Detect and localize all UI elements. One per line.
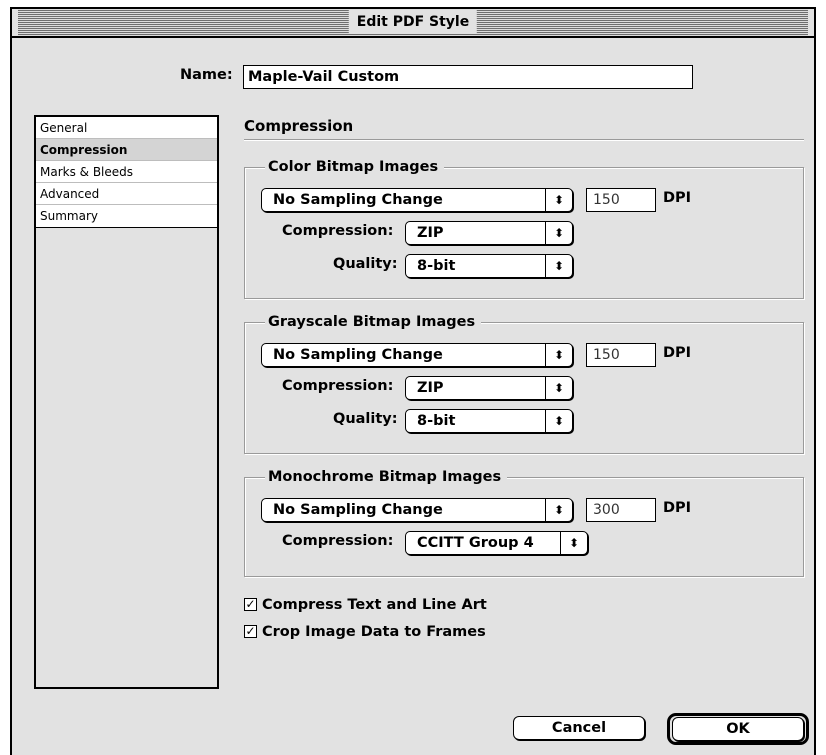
popup-value: No Sampling Change [273, 192, 443, 208]
updown-arrows-icon: ⬍ [545, 222, 572, 244]
checkmark-icon: ✓ [245, 624, 256, 638]
popup-value: 8-bit [417, 413, 456, 429]
color-dpi-input[interactable]: 150 [586, 188, 656, 212]
compression-label: Compression: [282, 378, 394, 394]
grayscale-bitmap-group: Grayscale Bitmap Images No Sampling Chan… [244, 312, 804, 454]
dpi-unit-label: DPI [663, 190, 692, 206]
sidebar-item-marks-bleeds[interactable]: Marks & Bleeds [36, 161, 217, 183]
updown-arrows-icon: ⬍ [560, 532, 587, 554]
quality-label: Quality: [333, 256, 398, 272]
name-input[interactable]: Maple-Vail Custom [243, 65, 693, 89]
monochrome-sampling-popup[interactable]: No Sampling Change ⬍ [261, 498, 573, 522]
color-sampling-popup[interactable]: No Sampling Change ⬍ [261, 188, 573, 212]
dpi-unit-label: DPI [663, 345, 692, 361]
updown-arrows-icon: ⬍ [545, 377, 572, 399]
section-heading: Compression [244, 117, 354, 135]
name-label: Name: [180, 67, 233, 83]
sidebar-item-summary[interactable]: Summary [36, 205, 217, 227]
updown-arrows-icon: ⬍ [545, 189, 572, 211]
monochrome-bitmap-group: Monochrome Bitmap Images No Sampling Cha… [244, 467, 804, 577]
updown-arrows-icon: ⬍ [545, 255, 572, 277]
default-button-ring: OK [667, 713, 809, 745]
crop-image-checkbox[interactable]: ✓ [244, 625, 257, 638]
updown-arrows-icon: ⬍ [545, 499, 572, 521]
compress-text-label: Compress Text and Line Art [262, 597, 487, 613]
popup-value: No Sampling Change [273, 347, 443, 363]
dpi-unit-label: DPI [663, 500, 692, 516]
compression-label: Compression: [282, 533, 394, 549]
popup-value: No Sampling Change [273, 502, 443, 518]
popup-value: CCITT Group 4 [417, 535, 534, 551]
monochrome-compression-popup[interactable]: CCITT Group 4 ⬍ [405, 531, 588, 555]
grayscale-compression-popup[interactable]: ZIP ⬍ [405, 376, 573, 400]
cancel-button[interactable]: Cancel [513, 716, 645, 740]
grayscale-dpi-input[interactable]: 150 [586, 343, 656, 367]
compression-label: Compression: [282, 223, 394, 239]
sidebar-item-advanced[interactable]: Advanced [36, 183, 217, 205]
popup-value: ZIP [417, 225, 444, 241]
color-bitmap-group: Color Bitmap Images No Sampling Change ⬍… [244, 157, 804, 299]
group-title: Grayscale Bitmap Images [265, 312, 482, 332]
window-title: Edit PDF Style [348, 10, 478, 34]
quality-label: Quality: [333, 411, 398, 427]
updown-arrows-icon: ⬍ [545, 344, 572, 366]
group-title: Monochrome Bitmap Images [265, 467, 508, 487]
updown-arrows-icon: ⬍ [545, 410, 572, 432]
sidebar-item-compression[interactable]: Compression [36, 139, 217, 161]
compress-text-checkbox[interactable]: ✓ [244, 598, 257, 611]
popup-value: ZIP [417, 380, 444, 396]
grayscale-quality-popup[interactable]: 8-bit ⬍ [405, 409, 573, 433]
popup-value: 8-bit [417, 258, 456, 274]
group-title: Color Bitmap Images [265, 157, 445, 177]
checkmark-icon: ✓ [245, 597, 256, 611]
category-list: General Compression Marks & Bleeds Advan… [34, 115, 219, 689]
monochrome-dpi-input[interactable]: 300 [586, 498, 656, 522]
ok-button[interactable]: OK [672, 717, 804, 741]
heading-divider [244, 139, 804, 141]
sidebar-item-general[interactable]: General [36, 117, 217, 139]
color-compression-popup[interactable]: ZIP ⬍ [405, 221, 573, 245]
edit-pdf-style-dialog: Edit PDF Style Name: Maple-Vail Custom G… [10, 7, 816, 755]
grayscale-sampling-popup[interactable]: No Sampling Change ⬍ [261, 343, 573, 367]
crop-image-label: Crop Image Data to Frames [262, 624, 486, 640]
color-quality-popup[interactable]: 8-bit ⬍ [405, 254, 573, 278]
title-bar[interactable]: Edit PDF Style [12, 9, 814, 38]
